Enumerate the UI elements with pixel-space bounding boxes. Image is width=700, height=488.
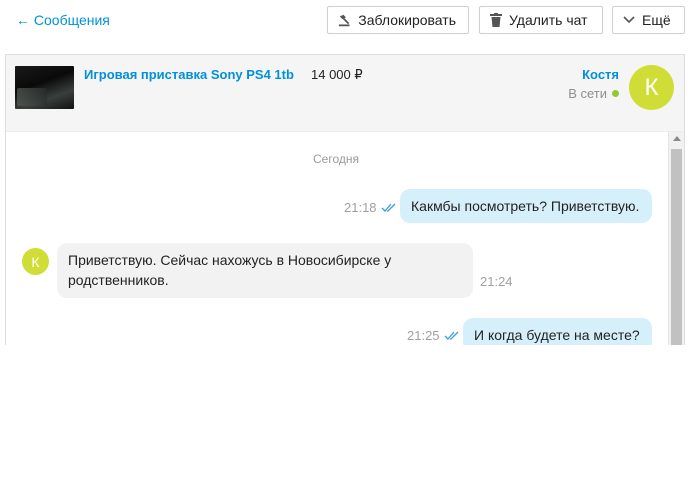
contact-name-link[interactable]: Костя <box>582 67 619 82</box>
contact-avatar[interactable]: К <box>629 65 674 110</box>
contact-status-label: В сети <box>568 86 607 101</box>
message-time-label: 21:18 <box>344 200 377 215</box>
delete-chat-label: Удалить чат <box>509 12 588 28</box>
message-bubble-outgoing[interactable]: И когда будете на месте? <box>463 318 652 345</box>
back-link-label: ← Сообщения <box>16 12 110 28</box>
online-indicator-icon <box>612 90 619 97</box>
message-text: И когда будете на месте? <box>474 327 640 343</box>
scroll-up-arrow-icon[interactable] <box>673 136 681 141</box>
block-hammer-icon <box>338 14 350 26</box>
back-to-messages-link[interactable]: ← Сообщения <box>16 12 110 28</box>
message-time: 21:25 <box>407 328 460 343</box>
trash-icon <box>490 13 502 27</box>
more-menu-button[interactable]: Ещё <box>612 6 685 34</box>
message-bubble-incoming[interactable]: Приветствую. Сейчас нахожусь в Новосибир… <box>57 243 473 298</box>
date-separator: Сегодня <box>313 152 359 166</box>
message-time: 21:18 <box>344 200 397 215</box>
message-time-label: 21:24 <box>480 274 513 289</box>
message-list: Сегодня 21:18 Какмбы посмотреть? Приветс… <box>6 132 666 345</box>
listing-thumbnail[interactable] <box>15 66 74 109</box>
message-text: Приветствую. Сейчас нахожусь в Новосибир… <box>68 252 392 288</box>
more-menu-label: Ещё <box>642 12 671 28</box>
chat-panel: Игровая приставка Sony PS4 1tb 14 000 ₽ … <box>5 54 685 345</box>
message-text: Какмбы посмотреть? Приветствую. <box>411 198 640 214</box>
chat-header: Игровая приставка Sony PS4 1tb 14 000 ₽ … <box>6 55 684 132</box>
message-bubble-outgoing[interactable]: Какмбы посмотреть? Приветствую. <box>400 189 652 223</box>
listing-title-link[interactable]: Игровая приставка Sony PS4 1tb <box>84 67 294 82</box>
double-check-icon <box>381 203 396 212</box>
sender-avatar: К <box>22 248 49 275</box>
contact-status: В сети <box>568 86 619 101</box>
scroll-thumb[interactable] <box>671 149 682 345</box>
message-list-scrollbar[interactable] <box>668 132 684 345</box>
sender-avatar-letter: К <box>31 253 40 270</box>
delete-chat-button[interactable]: Удалить чат <box>479 6 603 34</box>
message-time: 21:24 <box>480 274 513 289</box>
block-user-button[interactable]: Заблокировать <box>327 6 469 34</box>
double-check-icon <box>444 331 459 340</box>
listing-price: 14 000 ₽ <box>311 67 363 82</box>
chevron-down-icon <box>623 16 635 24</box>
message-time-label: 21:25 <box>407 328 440 343</box>
contact-avatar-letter: К <box>644 73 659 101</box>
block-user-label: Заблокировать <box>358 12 456 28</box>
